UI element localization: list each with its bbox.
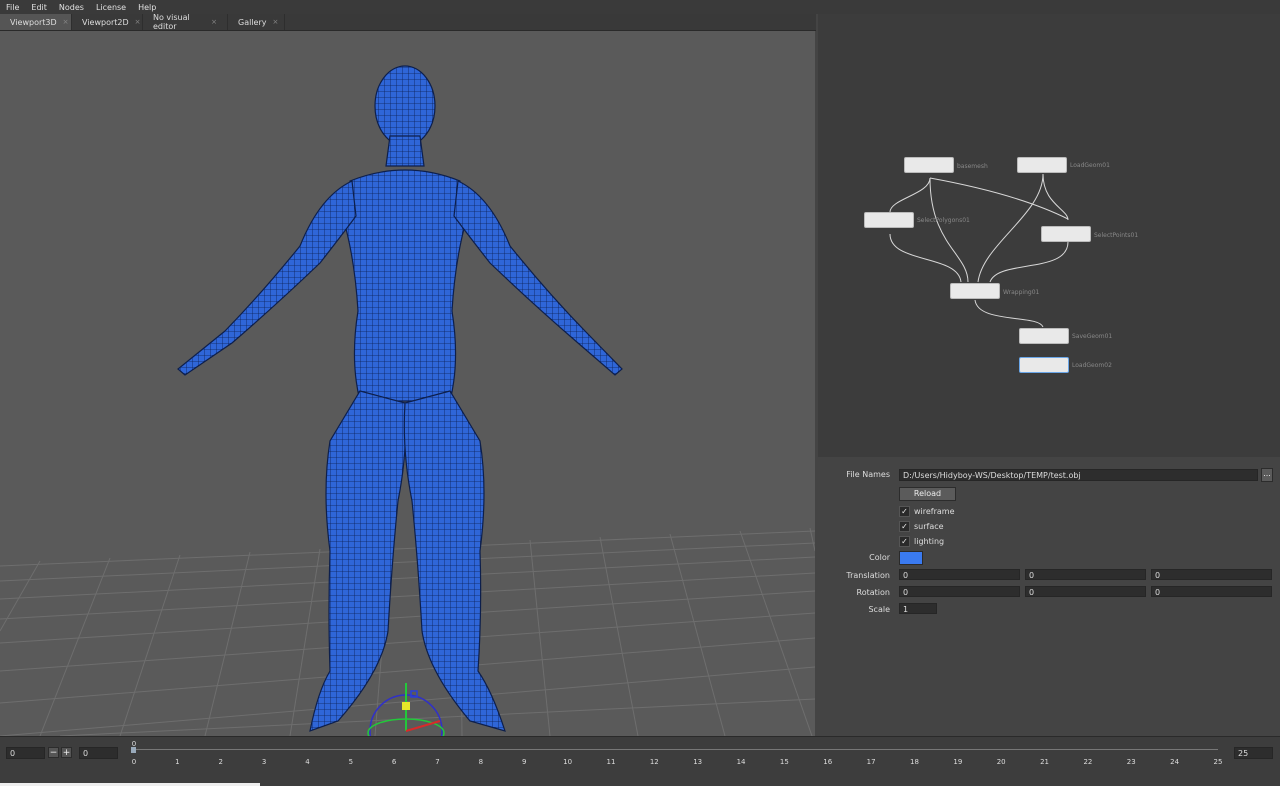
timeline-tick-label: 11 xyxy=(606,758,616,766)
timeline-tick-label: 13 xyxy=(693,758,703,766)
timeline-tick-label: 8 xyxy=(478,758,484,766)
reload-button[interactable]: Reload xyxy=(899,487,956,501)
tab-gallery[interactable]: Gallery × xyxy=(228,14,285,30)
timeline-tick-label: 1 xyxy=(175,758,180,766)
translation-y-field[interactable]: 0 xyxy=(1025,569,1146,580)
tab-visual-editor[interactable]: No visual editor × xyxy=(143,13,228,31)
scale-label: Scale xyxy=(868,605,890,614)
tab-label: No visual editor xyxy=(153,13,190,31)
timeline-tick-label: 10 xyxy=(563,758,573,766)
close-icon[interactable]: × xyxy=(211,18,217,26)
timeline-cursor[interactable] xyxy=(131,747,136,753)
close-icon[interactable]: × xyxy=(63,18,69,26)
viewport-scene xyxy=(0,65,815,736)
check-icon: ✓ xyxy=(899,521,910,532)
node-graph-panel[interactable]: basemesh LoadGeom01 SelectPolygons01 Sel… xyxy=(818,14,1280,457)
timeline-tick-label: 0 xyxy=(131,758,137,766)
menu-bar: File Edit Nodes License Help xyxy=(0,0,1280,14)
node-label: SaveGeom01 xyxy=(1072,333,1113,340)
node-label: Wrapping01 xyxy=(1003,289,1040,296)
timeline-tick-label: 16 xyxy=(823,758,833,766)
timeline-tick-label: 19 xyxy=(953,758,963,766)
browse-button[interactable]: ... xyxy=(1261,468,1273,482)
node-selectpolygons01[interactable] xyxy=(864,212,914,228)
viewport-3d[interactable] xyxy=(0,31,815,736)
timeline-bar: 0 − + 0 0 0 1 2 3 4 5 6 7 8 9 10 11 12 13 14 15 16 17 18 19… xyxy=(0,736,1280,786)
menu-edit[interactable]: Edit xyxy=(25,3,53,12)
menu-nodes[interactable]: Nodes xyxy=(53,3,90,12)
check-icon: ✓ xyxy=(899,506,910,517)
checkbox-label: wireframe xyxy=(914,507,955,516)
timeline-tick-label: 9 xyxy=(522,758,527,766)
translation-label: Translation xyxy=(846,571,890,580)
start-frame-field[interactable]: 0 xyxy=(79,747,118,759)
frame-plus-button[interactable]: + xyxy=(61,747,72,758)
tab-label: Viewport3D xyxy=(10,17,57,27)
current-frame-field[interactable]: 0 xyxy=(6,747,45,759)
node-savegeom01[interactable] xyxy=(1019,328,1069,344)
menu-file[interactable]: File xyxy=(0,3,25,12)
menu-license[interactable]: License xyxy=(90,3,132,12)
node-label: LoadGeom02 xyxy=(1072,362,1112,369)
node-basemesh[interactable] xyxy=(904,157,954,173)
timeline-tick-label: 22 xyxy=(1083,758,1093,766)
timeline-tick-label: 17 xyxy=(866,758,876,766)
transform-gizmo xyxy=(367,683,445,736)
color-label: Color xyxy=(869,553,890,562)
lighting-checkbox[interactable]: ✓ lighting xyxy=(899,536,944,547)
close-icon[interactable]: × xyxy=(273,18,279,26)
timeline-tick-label: 15 xyxy=(779,758,789,766)
frame-minus-button[interactable]: − xyxy=(48,747,59,758)
check-icon: ✓ xyxy=(899,536,910,547)
tab-viewport3d[interactable]: Viewport3D × xyxy=(0,14,72,30)
timeline-tick-label: 7 xyxy=(435,758,440,766)
properties-panel: File Names D:/Users/Hidyboy-WS/Desktop/T… xyxy=(818,460,1280,736)
wireframe-checkbox[interactable]: ✓ wireframe xyxy=(899,506,955,517)
node-loadgeom01[interactable] xyxy=(1017,157,1067,173)
menu-help[interactable]: Help xyxy=(132,3,162,12)
tab-bar: Viewport3D × Viewport2D × No visual editor… xyxy=(0,13,816,31)
timeline-tick-label: 21 xyxy=(1040,758,1050,766)
end-frame-field[interactable]: 25 xyxy=(1234,747,1273,759)
rotation-x-field[interactable]: 0 xyxy=(899,586,1020,597)
timeline-tick-label: 5 xyxy=(348,758,354,766)
node-label: basemesh xyxy=(957,163,988,170)
checkbox-label: lighting xyxy=(914,537,945,546)
surface-checkbox[interactable]: ✓ surface xyxy=(899,521,944,532)
node-label: SelectPoints01 xyxy=(1094,232,1139,239)
timeline-tick-label: 12 xyxy=(649,758,659,766)
timeline-tick-label: 25 xyxy=(1213,758,1223,766)
tab-label: Gallery xyxy=(238,17,267,27)
translation-x-field[interactable]: 0 xyxy=(899,569,1020,580)
node-loadgeom02[interactable] xyxy=(1019,357,1069,373)
rotation-y-field[interactable]: 0 xyxy=(1025,586,1146,597)
color-swatch[interactable] xyxy=(899,551,923,565)
file-names-label: File Names xyxy=(846,470,890,479)
timeline-tick-label: 20 xyxy=(996,758,1006,766)
close-icon[interactable]: × xyxy=(135,18,141,26)
rotation-label: Rotation xyxy=(856,588,890,597)
node-selectpoints01[interactable] xyxy=(1041,226,1091,242)
timeline-tick-label: 24 xyxy=(1170,758,1180,766)
timeline-track[interactable] xyxy=(132,749,1218,750)
tab-viewport2d[interactable]: Viewport2D × xyxy=(72,14,143,30)
node-label: LoadGeom01 xyxy=(1070,162,1110,169)
checkbox-label: surface xyxy=(914,522,944,531)
rotation-z-field[interactable]: 0 xyxy=(1151,586,1272,597)
timeline-tick-label: 3 xyxy=(261,758,267,766)
translation-z-field[interactable]: 0 xyxy=(1151,569,1272,580)
timeline-tick-label: 23 xyxy=(1126,758,1136,766)
timeline-tick-label: 6 xyxy=(391,758,397,766)
timeline-tick-label: 2 xyxy=(218,758,223,766)
file-path-field[interactable]: D:/Users/Hidyboy-WS/Desktop/TEMP/test.ob… xyxy=(899,469,1258,481)
timeline-tick-label: 18 xyxy=(910,758,919,766)
node-label: SelectPolygons01 xyxy=(917,217,970,224)
scale-field[interactable]: 1 xyxy=(899,603,937,614)
timeline-tick-label: 4 xyxy=(305,758,310,766)
tab-label: Viewport2D xyxy=(82,17,129,27)
timeline-tick-label: 14 xyxy=(736,758,746,766)
node-wrapping01[interactable] xyxy=(950,283,1000,299)
